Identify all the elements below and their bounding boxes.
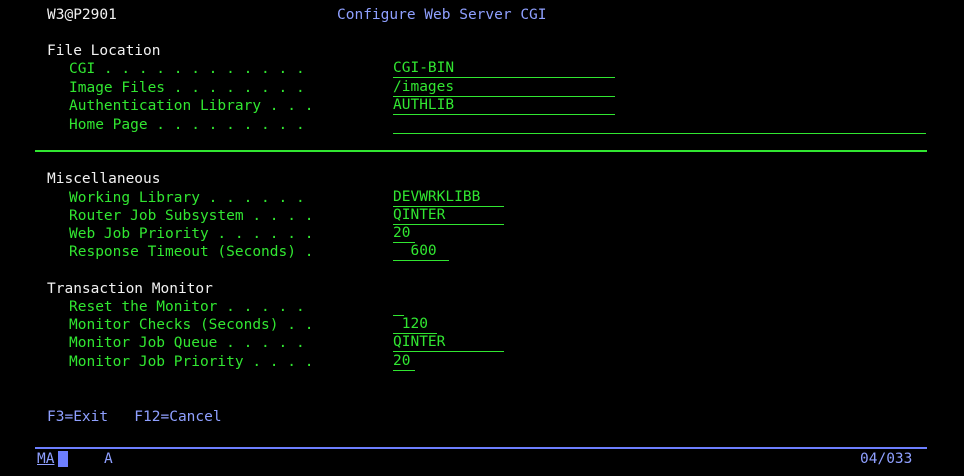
monitor-job-queue-label: Monitor Job Queue . . . . . — [69, 335, 305, 351]
monitor-job-priority-label: Monitor Job Priority . . . . — [69, 354, 314, 370]
cursor-block — [58, 451, 68, 467]
section-heading-file-location: File Location — [47, 43, 161, 59]
monitor-job-queue-input[interactable]: QINTER — [393, 334, 504, 352]
section-heading-transaction-monitor: Transaction Monitor — [47, 281, 213, 297]
function-key-legend: F3=Exit F12=Cancel — [47, 409, 222, 425]
response-timeout-input[interactable]: 600 — [393, 243, 449, 261]
image-files-label: Image Files . . . . . . . . — [69, 80, 305, 96]
home-page-label: Home Page . . . . . . . . . — [69, 117, 305, 133]
status-bar-divider — [35, 447, 927, 449]
authentication-library-label: Authentication Library . . . — [69, 98, 314, 114]
section-heading-miscellaneous: Miscellaneous — [47, 171, 161, 187]
web-job-priority-input[interactable]: 20 — [393, 225, 415, 243]
working-library-label: Working Library . . . . . . — [69, 190, 305, 206]
reset-monitor-label: Reset the Monitor . . . . . — [69, 299, 305, 315]
status-indicator: A — [104, 451, 113, 467]
program-id: W3@P2901 — [47, 7, 117, 23]
web-job-priority-label: Web Job Priority . . . . . . — [69, 226, 314, 242]
router-job-subsystem-input[interactable]: QINTER — [393, 207, 504, 225]
cgi-input[interactable]: CGI-BIN — [393, 60, 615, 78]
router-job-subsystem-label: Router Job Subsystem . . . . — [69, 208, 314, 224]
monitor-checks-label: Monitor Checks (Seconds) . . — [69, 317, 314, 333]
response-timeout-label: Response Timeout (Seconds) . — [69, 244, 314, 260]
authentication-library-input[interactable]: AUTHLIB — [393, 97, 615, 115]
monitor-checks-input[interactable]: 120 — [393, 316, 437, 334]
cursor-position: 04/033 — [860, 451, 913, 467]
cgi-label: CGI . . . . . . . . . . . . — [69, 61, 305, 77]
screen-title: Configure Web Server CGI — [337, 7, 547, 23]
section-separator — [35, 150, 927, 152]
home-page-input[interactable] — [393, 116, 926, 134]
monitor-job-priority-input[interactable]: 20 — [393, 353, 415, 371]
status-mode: MA — [37, 451, 55, 467]
working-library-input[interactable]: DEVWRKLIBB — [393, 189, 504, 207]
image-files-input[interactable]: /images — [393, 79, 615, 97]
reset-monitor-input[interactable] — [393, 298, 404, 316]
